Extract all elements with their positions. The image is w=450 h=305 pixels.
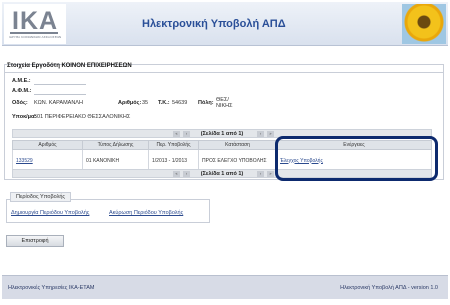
street-label: Οδός:: [12, 100, 28, 106]
afm-label: Α.Φ.Μ.:: [12, 88, 32, 94]
app-title: Ηλεκτρονική Υποβολή ΑΠΔ: [142, 18, 286, 30]
divider: [4, 72, 444, 73]
logo-bar: [10, 32, 58, 34]
col-number: Αριθμός: [12, 140, 83, 150]
row-number-link[interactable]: 133529: [16, 158, 33, 164]
next-page-icon[interactable]: ›: [257, 171, 264, 177]
last-page-icon[interactable]: »: [267, 131, 274, 137]
sunflower-image: [402, 4, 446, 44]
zip-label: Τ.Κ.:: [158, 100, 170, 106]
actions-highlight-frame: [275, 136, 438, 181]
number-value: 35: [142, 100, 149, 106]
next-page-icon[interactable]: ›: [257, 131, 264, 137]
logo-subtitle: ΙΔΡΥΜΑ ΚΟΙΝΩΝΙΚΩΝ ΑΣΦΑΛΙΣΕΩΝ: [9, 35, 62, 39]
ika-logo: IKA ΙΔΡΥΜΑ ΚΟΙΝΩΝΙΚΩΝ ΑΣΦΑΛΙΣΕΩΝ: [4, 4, 66, 44]
footer-version-text: Ηλεκτρονική Υποβολή ΑΠΔ - version 1.0: [340, 285, 438, 291]
afm-underline: [34, 94, 86, 95]
page-footer: Ηλεκτρονικές Υπηρεσίες ΙΚΑ-ΕΤΑΜ Ηλεκτρον…: [2, 275, 448, 299]
branch-label: Υποκ/μα:: [12, 114, 37, 120]
create-period-link[interactable]: Δημιουργία Περιόδου Υποβολής: [11, 210, 89, 216]
city-label: Πόλη:: [198, 100, 214, 106]
back-button[interactable]: Επιστροφή: [6, 235, 64, 247]
col-status: Κατάσταση: [198, 140, 277, 150]
street-value: ΚΩΝ. ΚΑΡΑΜΑΝΛΗ: [34, 100, 83, 106]
footer-left-text: Ηλεκτρονικές Υπηρεσίες ΙΚΑ-ΕΤΑΜ: [8, 285, 95, 291]
employer-section-title: Στοιχεία Εργοδότη ΚΟΙΝΟΝ ΕΠΙΧΕΙΡΗΣΕΩΝ: [7, 63, 132, 69]
zip-value: 54639: [172, 100, 188, 106]
page-header: IKA ΙΔΡΥΜΑ ΚΟΙΝΩΝΙΚΩΝ ΑΣΦΑΛΙΣΕΩΝ Ηλεκτρο…: [2, 2, 448, 46]
ame-underline: [34, 84, 86, 85]
cancel-period-link[interactable]: Ακύρωση Περιόδου Υποβολής: [109, 210, 183, 216]
number-label: Αριθμός:: [118, 100, 142, 106]
submission-period-panel: Δημιουργία Περιόδου Υποβολής Ακύρωση Περ…: [6, 199, 210, 223]
branch-value: 501 ΠΕΡΙΦΕΡΕΙΑΚΟ ΘΕΣΣΑΛΟΝΙΚΗΣ: [34, 114, 131, 120]
col-period: Περ. Υποβολής: [148, 140, 199, 150]
col-type: Τύπος Δήλωσης: [82, 140, 149, 150]
city-value: ΘΕΣ/ΝΙΚΗΣ: [216, 97, 233, 109]
submission-period-title: Περίοδος Υποβολής: [10, 192, 72, 202]
last-page-icon[interactable]: »: [267, 171, 274, 177]
ame-label: Α.Μ.Ε.:: [12, 78, 31, 84]
